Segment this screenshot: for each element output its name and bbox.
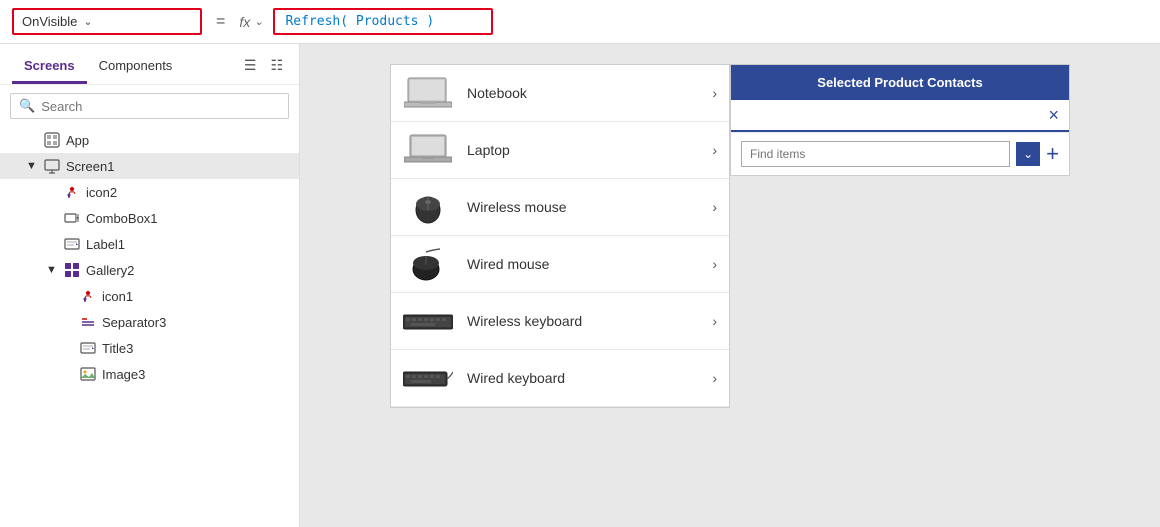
contacts-find-input[interactable] <box>741 141 1010 167</box>
contacts-add-button[interactable]: + <box>1046 143 1059 165</box>
wmouse-name: Wireless mouse <box>467 199 698 215</box>
tree-item-title3[interactable]: Title3 <box>0 335 299 361</box>
screen1-label: Screen1 <box>66 159 114 174</box>
notebook-arrow-icon: › <box>712 85 717 101</box>
search-input[interactable] <box>41 99 280 114</box>
product-item-notebook[interactable]: Notebook › <box>391 65 729 122</box>
fx-chevron-icon: ⌄ <box>254 15 263 28</box>
wiredmouse-name: Wired mouse <box>467 256 698 272</box>
tree-item-icon2[interactable]: icon2 <box>0 179 299 205</box>
expand-screen1-icon: ▼ <box>26 160 38 172</box>
tree-item-label1[interactable]: Label1 <box>0 231 299 257</box>
tree-item-image3[interactable]: Image3 <box>0 361 299 387</box>
icon1-label: icon1 <box>102 289 133 304</box>
tree-item-icon1[interactable]: icon1 <box>0 283 299 309</box>
wiredmouse-image <box>403 246 453 282</box>
product-item-wireless-keyboard[interactable]: Wireless keyboard › <box>391 293 729 350</box>
separator3-label: Separator3 <box>102 315 166 330</box>
contacts-header: Selected Product Contacts <box>731 65 1069 100</box>
equals-sign: = <box>212 13 229 31</box>
laptop-image <box>403 132 453 168</box>
product-item-wired-mouse[interactable]: Wired mouse › <box>391 236 729 293</box>
image3-icon <box>80 366 96 382</box>
list-view-icon[interactable]: ☰ <box>240 55 261 76</box>
laptop-name: Laptop <box>467 142 698 158</box>
product-item-wireless-mouse[interactable]: Wireless mouse › <box>391 179 729 236</box>
event-dropdown-label: OnVisible <box>22 14 77 29</box>
label-icon <box>64 236 80 252</box>
sidebar-tab-icons: ☰ ☷ <box>240 55 287 82</box>
grid-view-icon[interactable]: ☷ <box>266 55 287 76</box>
app-label: App <box>66 133 89 148</box>
product-item-wired-keyboard[interactable]: Wired keyboard › <box>391 350 729 407</box>
gallery2-label: Gallery2 <box>86 263 134 278</box>
wiredkeyboard-name: Wired keyboard <box>467 370 698 386</box>
wmouse-image <box>403 189 453 225</box>
tree-item-combobox1[interactable]: ComboBox1 <box>0 205 299 231</box>
title3-label: Title3 <box>102 341 133 356</box>
sidebar: Screens Components ☰ ☷ 🔍 App <box>0 44 300 527</box>
contacts-close-row: × <box>731 100 1069 132</box>
icon1-icon <box>80 288 96 304</box>
tree-item-screen1[interactable]: ▼ Screen1 <box>0 153 299 179</box>
combobox1-label: ComboBox1 <box>86 211 158 226</box>
chevron-down-icon: ⌄ <box>83 15 92 28</box>
formula-bar[interactable]: Refresh( Products ) <box>273 8 493 35</box>
tab-components[interactable]: Components <box>87 52 185 84</box>
toolbar: OnVisible ⌄ = fx ⌄ Refresh( Products ) <box>0 0 1160 44</box>
main-layout: Screens Components ☰ ☷ 🔍 App <box>0 44 1160 527</box>
fx-icon: fx <box>239 14 250 30</box>
title3-icon <box>80 340 96 356</box>
icon2-icon <box>64 184 80 200</box>
contacts-find-chevron-icon[interactable]: ⌄ <box>1016 142 1040 166</box>
gallery-icon <box>64 262 80 278</box>
tab-screens[interactable]: Screens <box>12 52 87 84</box>
product-list-panel: Notebook › Laptop › <box>390 64 730 408</box>
tree-view: App ▼ Screen1 <box>0 127 299 527</box>
formula-text: Refresh( Products ) <box>285 14 434 29</box>
combobox-icon <box>64 210 80 226</box>
canvas-area: Notebook › Laptop › <box>300 44 1160 527</box>
notebook-name: Notebook <box>467 85 698 101</box>
contacts-panel: Selected Product Contacts × ⌄ + <box>730 64 1070 176</box>
search-icon: 🔍 <box>19 98 35 114</box>
wkeyboard-name: Wireless keyboard <box>467 313 698 329</box>
expand-gallery2-icon: ▼ <box>46 264 58 276</box>
contacts-find-row: ⌄ + <box>731 132 1069 175</box>
event-dropdown[interactable]: OnVisible ⌄ <box>12 8 202 35</box>
wkeyboard-image <box>403 303 453 339</box>
contacts-close-button[interactable]: × <box>1048 106 1059 124</box>
tree-item-app[interactable]: App <box>0 127 299 153</box>
contacts-header-text: Selected Product Contacts <box>817 75 982 90</box>
tree-item-gallery2[interactable]: ▼ Gallery2 <box>0 257 299 283</box>
wiredkeyboard-arrow-icon: › <box>712 370 717 386</box>
product-item-laptop[interactable]: Laptop › <box>391 122 729 179</box>
wiredkeyboard-image <box>403 360 453 396</box>
fx-button[interactable]: fx ⌄ <box>239 14 263 30</box>
laptop-arrow-icon: › <box>712 142 717 158</box>
wkeyboard-arrow-icon: › <box>712 313 717 329</box>
wmouse-arrow-icon: › <box>712 199 717 215</box>
separator3-icon <box>80 314 96 330</box>
icon2-label: icon2 <box>86 185 117 200</box>
tree-item-separator3[interactable]: Separator3 <box>0 309 299 335</box>
wiredmouse-arrow-icon: › <box>712 256 717 272</box>
screen-icon <box>44 158 60 174</box>
search-box: 🔍 <box>10 93 289 119</box>
notebook-image <box>403 75 453 111</box>
sidebar-tabs: Screens Components ☰ ☷ <box>0 44 299 85</box>
label1-label: Label1 <box>86 237 125 252</box>
image3-label: Image3 <box>102 367 145 382</box>
app-icon <box>44 132 60 148</box>
